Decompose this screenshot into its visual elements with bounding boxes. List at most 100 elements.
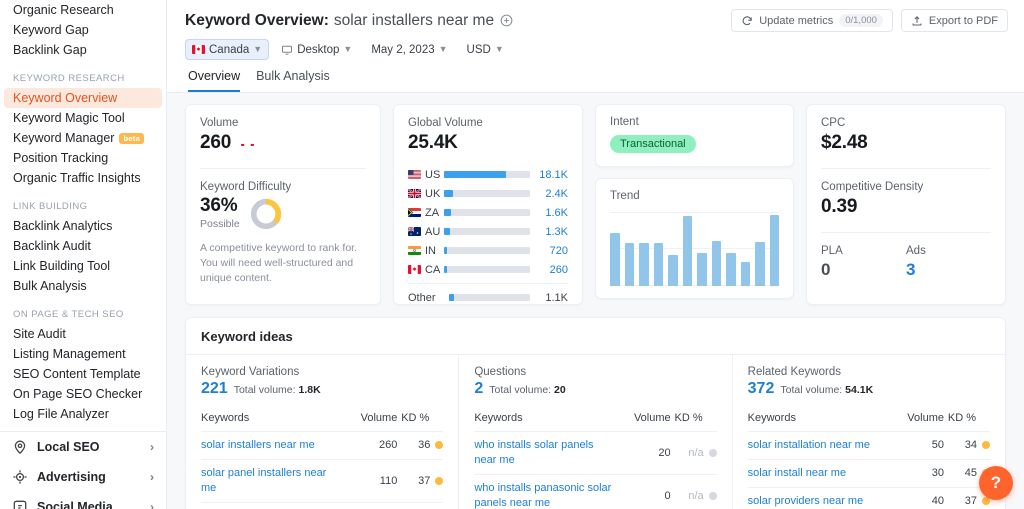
sidebar-section-header: LINK BUILDING — [13, 201, 88, 212]
country-cell: IN — [408, 245, 437, 257]
sidebar-item-backlink-gap[interactable]: Backlink Gap — [4, 40, 162, 60]
tab-overview[interactable]: Overview — [188, 69, 241, 92]
volume-label: Volume — [200, 117, 239, 129]
volume-bar-track — [444, 171, 530, 178]
sidebar-item-listing-management[interactable]: Listing Management — [4, 344, 162, 364]
global-volume-row: UK 2.4K — [408, 184, 568, 203]
keyword-link[interactable]: who installs solar panels near me — [474, 438, 622, 468]
sidebar-item-organic-research[interactable]: Organic Research — [4, 0, 162, 20]
total-volume-value: 20 — [554, 384, 566, 396]
trend-bar — [755, 241, 765, 286]
kd-dot-icon — [981, 441, 990, 450]
volume-card: Volume 260 Keyword Difficulty 36% Possib… — [185, 104, 381, 305]
keyword-link[interactable]: solar install near me — [748, 466, 896, 481]
intent-card: Intent Transactional — [595, 104, 794, 167]
device-filter-label: Desktop — [297, 43, 340, 56]
volume-bar-fill — [444, 266, 447, 273]
tab-bulk-analysis[interactable]: Bulk Analysis — [256, 69, 330, 92]
total-volume-label: Total volume: — [233, 384, 296, 396]
row-kd-value: 37 — [418, 474, 431, 487]
volume-bar-track — [449, 294, 530, 301]
total-volume-value: 1.8K — [298, 384, 321, 396]
keyword-link[interactable]: solar installers near me — [201, 438, 349, 453]
keyword-ideas-body: Keyword Variations 221 Total volume: 1.8K K… — [186, 355, 1005, 509]
export-pdf-label: Export to PDF — [928, 14, 998, 27]
card-divider — [200, 168, 366, 169]
sidebar-item-seo-content-template[interactable]: SEO Content Template — [4, 364, 162, 384]
keyword-link[interactable]: solar panel installers near me — [201, 466, 349, 496]
sidebar-item-keyword-manager[interactable]: Keyword Manager beta — [4, 128, 162, 148]
trend-bar — [711, 240, 721, 286]
sidebar-item-keyword-overview[interactable]: Keyword Overview — [4, 88, 162, 108]
row-volume: 0 — [664, 489, 671, 502]
volume-value: 18.1K — [539, 168, 568, 181]
ads-value[interactable]: 3 — [906, 260, 991, 280]
sidebar-item-backlink-analytics[interactable]: Backlink Analytics — [4, 216, 162, 236]
keyword-link[interactable]: solar providers near me — [748, 494, 896, 509]
sidebar-item-log-file-analyzer[interactable]: Log File Analyzer — [4, 404, 162, 424]
volume-bar-fill — [444, 190, 454, 197]
page-title: Keyword Overview: solar installers near m… — [185, 12, 494, 30]
help-button[interactable]: ? — [979, 466, 1013, 500]
volume-value: 260 — [549, 263, 568, 276]
date-filter[interactable]: May 2, 2023 ▼ — [364, 39, 454, 60]
global-volume-value: 25.4K — [408, 132, 458, 153]
row-kd: 34 — [944, 439, 990, 451]
export-pdf-button[interactable]: Export to PDF — [900, 9, 1008, 32]
main-area: Keyword Overview: solar installers near m… — [167, 0, 1024, 509]
sidebar-group-social-media[interactable]: Social Media › — [0, 492, 166, 509]
row-kd: 37 — [397, 474, 444, 487]
kd-label: Keyword Difficulty — [200, 181, 292, 193]
sidebar-item-organic-traffic-insights[interactable]: Organic Traffic Insights — [4, 168, 162, 188]
sidebar-item-on-page-seo-checker[interactable]: On Page SEO Checker — [4, 384, 162, 404]
trend-bar — [740, 262, 750, 286]
device-filter[interactable]: Desktop ▼ — [274, 39, 359, 60]
sidebar-group-advertising[interactable]: Advertising › — [0, 462, 166, 492]
sidebar-item-keyword-magic-tool[interactable]: Keyword Magic Tool — [4, 108, 162, 128]
table-row: who installs panasonic solar panels near… — [474, 473, 717, 509]
sidebar-item-label: Site Audit — [13, 327, 66, 341]
table-row: solar install near me 30 45 — [747, 458, 990, 487]
global-volume-card: Global Volume 25.4K US 18.1K UK 2.4K ZA 1.6K A… — [393, 104, 583, 305]
row-kd: n/a — [671, 447, 717, 459]
update-metrics-count: 0/1,000 — [839, 14, 883, 27]
trend-bar — [697, 253, 707, 286]
sidebar-item-label: SEO Content Template — [13, 367, 141, 381]
plus-circle-icon[interactable] — [500, 14, 513, 27]
column-count[interactable]: 372 — [748, 380, 775, 398]
chevron-right-icon: › — [150, 500, 154, 509]
table-header: Keywords Volume KD % — [748, 412, 990, 431]
country-code: Other — [408, 291, 436, 304]
table-row: solar providers near me 40 37 — [747, 486, 990, 509]
sidebar-item-bulk-analysis[interactable]: Bulk Analysis — [4, 276, 162, 296]
currency-filter[interactable]: USD ▼ — [460, 39, 511, 60]
sidebar-item-keyword-gap[interactable]: Keyword Gap — [4, 20, 162, 40]
header-keywords: Keywords — [474, 412, 523, 424]
country-filter[interactable]: Canada ▼ — [185, 39, 270, 60]
keyword-ideas-column: Keyword Variations 221 Total volume: 1.8K K… — [186, 355, 460, 509]
row-kd-value: n/a — [688, 446, 704, 459]
cpc-label: CPC — [821, 117, 846, 129]
trend-bar — [668, 254, 678, 286]
sidebar-group-label: Advertising — [37, 470, 106, 484]
kd-row: 36% Possible — [200, 195, 366, 231]
header-volume: Volume — [907, 412, 944, 424]
sidebar-item-site-audit[interactable]: Site Audit — [4, 324, 162, 344]
volume-bar-fill — [449, 294, 454, 301]
sidebar-item-backlink-audit[interactable]: Backlink Audit — [4, 236, 162, 256]
trend-bar — [682, 215, 692, 286]
chevron-down-icon: ▼ — [494, 44, 504, 54]
sidebar-item-link-building-tool[interactable]: Link Building Tool — [4, 256, 162, 276]
keyword-link[interactable]: solar installation near me — [748, 438, 896, 453]
sidebar-nav-list: Organic Research Keyword Gap Backlink Gap K… — [0, 0, 166, 424]
sidebar-group-local-seo[interactable]: Local SEO › — [0, 432, 166, 462]
row-kd-value: 34 — [964, 439, 977, 452]
metrics-row: Volume 260 Keyword Difficulty 36% Possib… — [185, 104, 1006, 305]
update-metrics-button[interactable]: Update metrics 0/1,000 — [731, 9, 893, 32]
country-cell: Other — [408, 292, 442, 304]
volume-value: 720 — [549, 244, 568, 257]
column-count[interactable]: 221 — [201, 380, 228, 398]
keyword-link[interactable]: who installs panasonic solar panels near… — [474, 481, 622, 509]
column-count[interactable]: 2 — [474, 380, 483, 398]
sidebar-item-position-tracking[interactable]: Position Tracking — [4, 148, 162, 168]
